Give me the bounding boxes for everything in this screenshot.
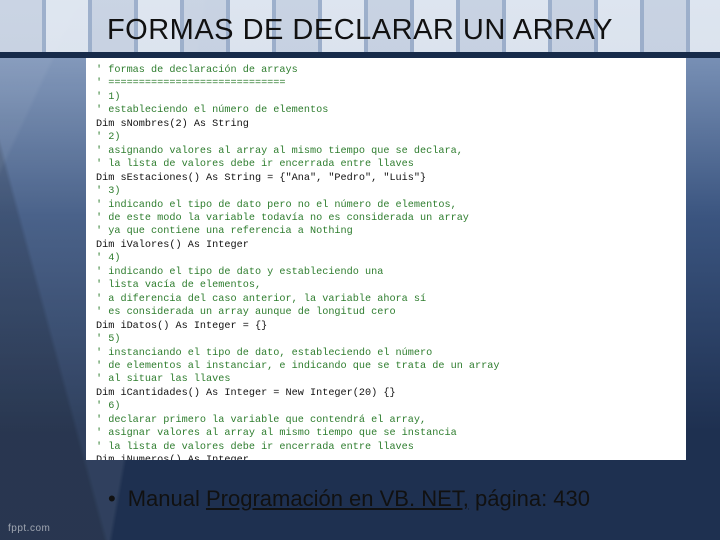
code-statement-line: Dim iCantidades() As Integer = New Integ… (96, 388, 396, 399)
reference-lead: Manual (128, 486, 206, 511)
code-comment-line: ' estableciendo el número de elementos (96, 105, 328, 116)
code-block-card: ' formas de declaración de arrays ' ====… (86, 58, 686, 460)
code-comment-line: ' formas de declaración de arrays (96, 65, 298, 76)
code-block: ' formas de declaración de arrays ' ====… (96, 64, 676, 460)
code-statement-line: Dim sEstaciones() As String = {"Ana", "P… (96, 173, 426, 184)
code-comment-line: ' ============================= (96, 78, 286, 89)
code-comment-line: ' es considerada un array aunque de long… (96, 307, 396, 318)
code-comment-line: ' ya que contiene una referencia a Nothi… (96, 226, 353, 237)
code-comment-line: ' indicando el tipo de dato y establecie… (96, 267, 383, 278)
code-comment-line: ' la lista de valores debe ir encerrada … (96, 159, 414, 170)
reference-tail: página: 430 (469, 486, 590, 511)
code-comment-line: ' declarar primero la variable que conte… (96, 415, 426, 426)
code-comment-line: ' lista vacía de elementos, (96, 280, 261, 291)
code-comment-line: ' de elementos al instanciar, e indicand… (96, 361, 500, 372)
code-comment-line: ' asignar valores al array al mismo tiem… (96, 428, 457, 439)
code-comment-line: ' indicando el tipo de dato pero no el n… (96, 200, 457, 211)
code-comment-line: ' 2) (96, 132, 120, 143)
page-title: FORMAS DE DECLARAR UN ARRAY (0, 14, 720, 47)
code-comment-line: ' a diferencia del caso anterior, la var… (96, 294, 426, 305)
code-comment-line: ' 6) (96, 401, 120, 412)
code-statement-line: Dim sNombres(2) As String (96, 119, 249, 130)
code-comment-line: ' 4) (96, 253, 120, 264)
code-comment-line: ' 1) (96, 92, 120, 103)
code-comment-line: ' 3) (96, 186, 120, 197)
code-statement-line: Dim iNumeros() As Integer (96, 455, 249, 460)
code-comment-line: ' al situar las llaves (96, 374, 231, 385)
code-comment-line: ' 5) (96, 334, 120, 345)
code-comment-line: ' asignando valores al array al mismo ti… (96, 146, 463, 157)
code-comment-line: ' de este modo la variable todavía no es… (96, 213, 469, 224)
reference-text: Manual Programación en VB. NET, página: … (128, 486, 590, 512)
code-comment-line: ' instanciando el tipo de dato, establec… (96, 348, 432, 359)
code-statement-line: Dim iValores() As Integer (96, 240, 249, 251)
code-comment-line: ' la lista de valores debe ir encerrada … (96, 442, 414, 453)
code-statement-line: Dim iDatos() As Integer = {} (96, 321, 267, 332)
footer-logo: fppt.com (8, 523, 50, 534)
reference-bullet: • Manual Programación en VB. NET, página… (108, 486, 680, 512)
bullet-dot-icon: • (108, 488, 116, 510)
reference-link[interactable]: Programación en VB. NET, (206, 486, 469, 511)
